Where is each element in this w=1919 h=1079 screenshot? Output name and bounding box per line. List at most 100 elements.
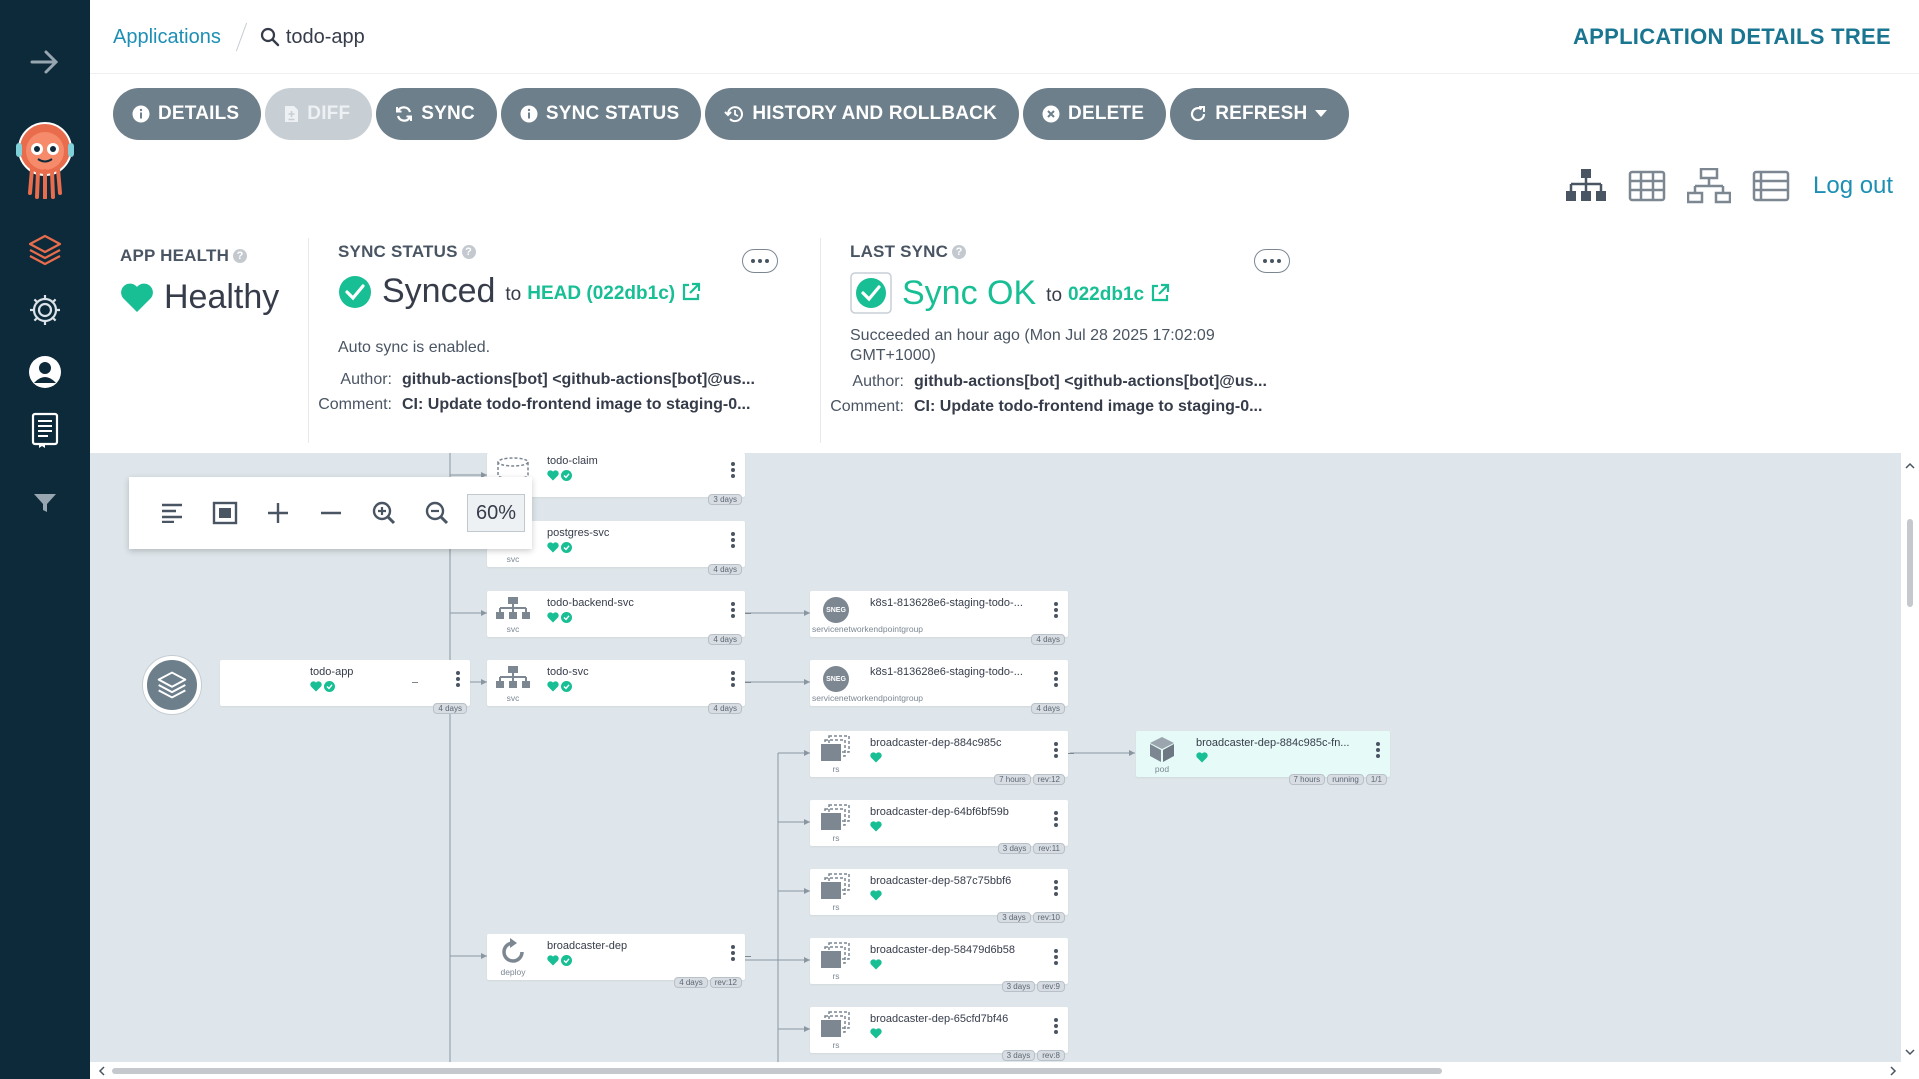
delete-label: DELETE	[1068, 103, 1145, 124]
node-status	[870, 959, 882, 970]
node-menu-button[interactable]	[731, 671, 735, 687]
scroll-left-icon[interactable]	[98, 1066, 106, 1076]
help-icon[interactable]: ?	[952, 245, 967, 259]
history-rollback-button[interactable]: HISTORY AND ROLLBACK	[705, 88, 1020, 140]
sync-comment-row: Comment: CI: Update todo-frontend image t…	[308, 392, 878, 417]
external-link-icon[interactable]	[1150, 283, 1170, 303]
fit-screen-button[interactable]	[198, 501, 251, 525]
settings-gear-icon[interactable]	[0, 290, 90, 330]
node-type: svc	[506, 693, 520, 703]
node-menu-button[interactable]	[1376, 742, 1380, 758]
help-icon[interactable]: ?	[233, 249, 248, 263]
app-health-label: APP HEALTH	[120, 246, 230, 265]
scroll-down-icon[interactable]	[1905, 1048, 1915, 1056]
pod-node-broadcaster[interactable]: pod broadcaster-dep-884c985c-fn... 7 hou…	[1136, 731, 1390, 785]
search-icon[interactable]	[260, 27, 280, 47]
user-account-icon[interactable]	[0, 352, 90, 392]
diff-label: DIFF	[307, 103, 351, 124]
age-tag: 4 days	[433, 703, 467, 714]
pod-ready-tag: 1/1	[1365, 774, 1387, 785]
node-menu-button[interactable]	[731, 462, 735, 478]
app-root-node[interactable]: todo-app 4 days	[220, 660, 470, 714]
replicaset-node-3[interactable]: rs broadcaster-dep-587c75bbf6 3 days rev:…	[810, 869, 1068, 923]
vertical-scroll-thumb[interactable]	[1907, 519, 1913, 607]
zoom-level-display: 60%	[467, 494, 525, 532]
node-menu-button[interactable]	[1054, 811, 1058, 827]
external-link-icon[interactable]	[681, 282, 701, 302]
details-button[interactable]: DETAILS	[113, 88, 262, 140]
breadcrumb-applications-link[interactable]: Applications	[113, 26, 221, 49]
last-sync-author-row: Author: github-actions[bot] <github-actio…	[820, 369, 1390, 394]
neg-node-backend[interactable]: SNEG servicenetworkendpointgroup k8s1-81…	[810, 591, 1068, 645]
healthy-heart-icon	[1196, 752, 1208, 763]
service-node-todo-svc[interactable]: svc todo-svc 4 days	[487, 660, 745, 714]
node-menu-button[interactable]	[1054, 1018, 1058, 1034]
comment-label: Comment:	[318, 396, 392, 413]
horizontal-scrollbar[interactable]	[90, 1062, 1919, 1079]
node-menu-button[interactable]	[731, 532, 735, 548]
last-sync-section: LAST SYNC ? Sync OK to 022db1c Succeeded…	[830, 242, 1390, 457]
node-menu-button[interactable]	[1054, 949, 1058, 965]
diff-button[interactable]: DIFF	[265, 88, 373, 140]
node-name: todo-svc	[547, 666, 589, 678]
age-tag: 7 hours	[1288, 774, 1326, 785]
list-view-icon[interactable]	[1752, 170, 1790, 202]
align-left-button[interactable]	[145, 503, 198, 523]
last-sync-more-button[interactable]	[1254, 249, 1290, 273]
node-status	[547, 955, 572, 966]
collapse-button[interactable]	[304, 511, 357, 515]
node-status	[547, 542, 572, 553]
last-sync-revision-link[interactable]: 022db1c	[1068, 284, 1144, 306]
file-diff-icon	[285, 106, 299, 122]
node-menu-button[interactable]	[1054, 671, 1058, 687]
pods-grid-view-icon[interactable]	[1628, 170, 1666, 202]
node-menu-button[interactable]	[731, 602, 735, 618]
sync-button[interactable]: SYNC	[376, 88, 497, 140]
caret-down-icon	[1315, 110, 1328, 117]
sync-status-more-button[interactable]	[742, 249, 778, 273]
tree-view-icon[interactable]	[1565, 169, 1607, 203]
scroll-up-icon[interactable]	[1905, 462, 1915, 470]
replicaset-node-4[interactable]: rs broadcaster-dep-58479d6b58 3 days rev:…	[810, 938, 1068, 992]
node-menu-button[interactable]	[1054, 880, 1058, 896]
node-type: rs	[832, 1040, 840, 1050]
refresh-button[interactable]: REFRESH	[1170, 88, 1350, 140]
sync-revision-link[interactable]: HEAD (022db1c)	[527, 283, 675, 305]
sync-status-button[interactable]: SYNC STATUS	[500, 88, 702, 140]
applications-layers-icon[interactable]	[0, 230, 90, 270]
node-status	[870, 821, 882, 832]
age-tag: 4 days	[674, 977, 708, 988]
scroll-right-icon[interactable]	[1889, 1066, 1897, 1076]
vertical-scrollbar[interactable]	[1901, 453, 1919, 1062]
heart-icon	[121, 283, 153, 312]
service-node-todo-backend-svc[interactable]: svc todo-backend-svc 4 days	[487, 591, 745, 645]
replicaset-node-5[interactable]: rs broadcaster-dep-65cfd7bf46 3 days rev:…	[810, 1007, 1068, 1061]
node-menu-button[interactable]	[456, 671, 460, 687]
view-switcher: Log out	[1565, 168, 1893, 204]
info-icon	[520, 105, 538, 123]
node-type: rs	[832, 902, 840, 912]
filter-funnel-icon[interactable]	[0, 488, 90, 518]
node-status	[547, 470, 572, 481]
replicaset-node-1[interactable]: rs broadcaster-dep-884c985c 7 hours rev:1…	[810, 731, 1068, 785]
node-menu-button[interactable]	[1054, 742, 1058, 758]
node-type: deploy	[500, 967, 526, 977]
node-menu-button[interactable]	[731, 945, 735, 961]
expand-button[interactable]	[251, 502, 304, 524]
network-view-icon[interactable]	[1687, 168, 1731, 204]
deployment-node-broadcaster-dep[interactable]: deploy broadcaster-dep 4 days rev:12	[487, 934, 745, 988]
help-icon[interactable]: ?	[461, 245, 476, 259]
logout-link[interactable]: Log out	[1813, 172, 1893, 200]
node-menu-button[interactable]	[1054, 602, 1058, 618]
zoom-out-button[interactable]	[410, 501, 463, 525]
sync-comment-value: CI: Update todo-frontend image to stagin…	[402, 396, 751, 413]
healthy-heart-icon	[870, 890, 882, 901]
expand-arrow-icon[interactable]	[0, 44, 90, 80]
documentation-book-icon[interactable]	[0, 410, 90, 450]
zoom-in-button[interactable]	[357, 501, 410, 525]
delete-button[interactable]: DELETE	[1023, 88, 1167, 140]
neg-node-frontend[interactable]: SNEG servicenetworkendpointgroup k8s1-81…	[810, 660, 1068, 714]
horizontal-scroll-thumb[interactable]	[112, 1068, 1442, 1074]
replicaset-node-2[interactable]: rs broadcaster-dep-64bf6bf59b 3 days rev:…	[810, 800, 1068, 854]
node-name: broadcaster-dep-64bf6bf59b	[870, 806, 1009, 818]
